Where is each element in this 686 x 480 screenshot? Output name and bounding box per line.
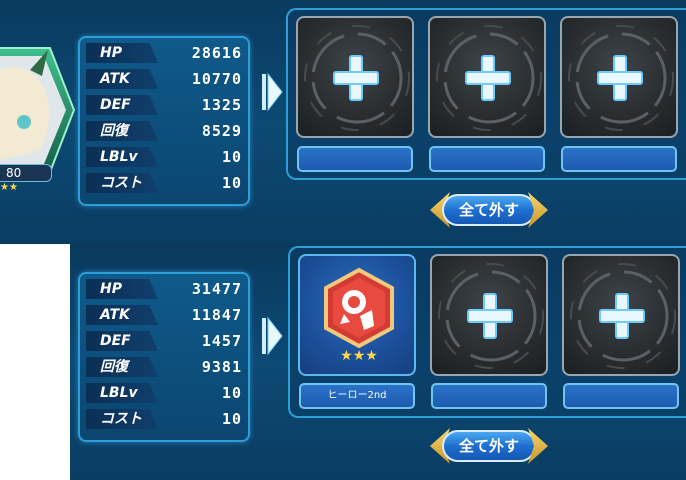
stat-row-recovery: 回復 9381 (86, 356, 246, 378)
stat-value: 11847 (191, 306, 242, 324)
slot-label-3[interactable] (563, 383, 679, 409)
plus-icon (467, 293, 513, 339)
remove-all-button[interactable]: 全て外す (428, 188, 550, 232)
stat-row-atk: ATK 11847 (86, 304, 246, 326)
stat-row-def: DEF 1325 (86, 94, 246, 116)
stat-value: 10 (221, 384, 242, 402)
rarity-stars: ★★★ (340, 348, 378, 364)
stat-row-lblv: LBLv 10 (86, 382, 246, 404)
slot-label-1[interactable] (297, 146, 413, 172)
stat-value: 1325 (201, 96, 242, 114)
stat-label: LBLv (86, 147, 158, 167)
stat-row-hp: HP 28616 (86, 42, 246, 64)
remove-all-button[interactable]: 全て外す (428, 424, 550, 468)
level-badge: 80 (0, 164, 52, 182)
slot-label-3[interactable] (561, 146, 677, 172)
equip-slot-1[interactable] (296, 16, 414, 138)
stat-row-hp: HP 31477 (86, 278, 246, 300)
slot-label-1[interactable]: ヒーロー2nd (299, 383, 415, 409)
stat-row-def: DEF 1457 (86, 330, 246, 352)
stat-label: ATK (86, 69, 158, 89)
slot-label-2[interactable] (429, 146, 545, 172)
stat-row-cost: コスト 10 (86, 408, 246, 430)
arrow-right-icon (262, 72, 283, 112)
rarity-stars: ★★ (0, 182, 18, 193)
stat-label: DEF (86, 331, 158, 351)
arrow-right-icon (262, 316, 283, 356)
plus-icon (465, 55, 511, 101)
slot-label-2[interactable] (431, 383, 547, 409)
stat-row-atk: ATK 10770 (86, 68, 246, 90)
plus-icon (599, 293, 645, 339)
stat-label: HP (86, 43, 158, 63)
level-value: 80 (6, 166, 22, 180)
stats-panel-bottom: HP 31477 ATK 11847 DEF 1457 回復 9381 LBLv… (78, 272, 250, 442)
stat-value: 10 (221, 174, 242, 192)
equip-slot-2[interactable] (430, 254, 548, 376)
stat-value: 8529 (201, 122, 242, 140)
stat-row-recovery: 回復 8529 (86, 120, 246, 142)
stat-label: コスト (86, 173, 158, 193)
stat-value: 1457 (201, 332, 242, 350)
remove-all-label: 全て外す (442, 194, 536, 226)
stats-panel-top: HP 28616 ATK 10770 DEF 1325 回復 8529 LBLv… (78, 36, 250, 206)
equip-slot-2[interactable] (428, 16, 546, 138)
remove-all-label: 全て外す (442, 430, 536, 462)
plus-icon (597, 55, 643, 101)
equip-slot-3[interactable] (562, 254, 680, 376)
stat-label: ATK (86, 305, 158, 325)
stat-value: 10770 (191, 70, 242, 88)
equip-slot-1[interactable]: ★★★ (298, 254, 416, 376)
stat-value: 9381 (201, 358, 242, 376)
stat-label: DEF (86, 95, 158, 115)
stat-value: 28616 (191, 44, 242, 62)
stat-value: 10 (221, 148, 242, 166)
stat-label: LBLv (86, 383, 158, 403)
stat-label: 回復 (86, 121, 158, 141)
stat-label: HP (86, 279, 158, 299)
stat-row-lblv: LBLv 10 (86, 146, 246, 168)
stat-label: コスト (86, 409, 158, 429)
plus-icon (333, 55, 379, 101)
stat-row-cost: コスト 10 (86, 172, 246, 194)
stat-value: 10 (221, 410, 242, 428)
stat-label: 回復 (86, 357, 158, 377)
equip-slot-3[interactable] (560, 16, 678, 138)
stat-value: 31477 (191, 280, 242, 298)
